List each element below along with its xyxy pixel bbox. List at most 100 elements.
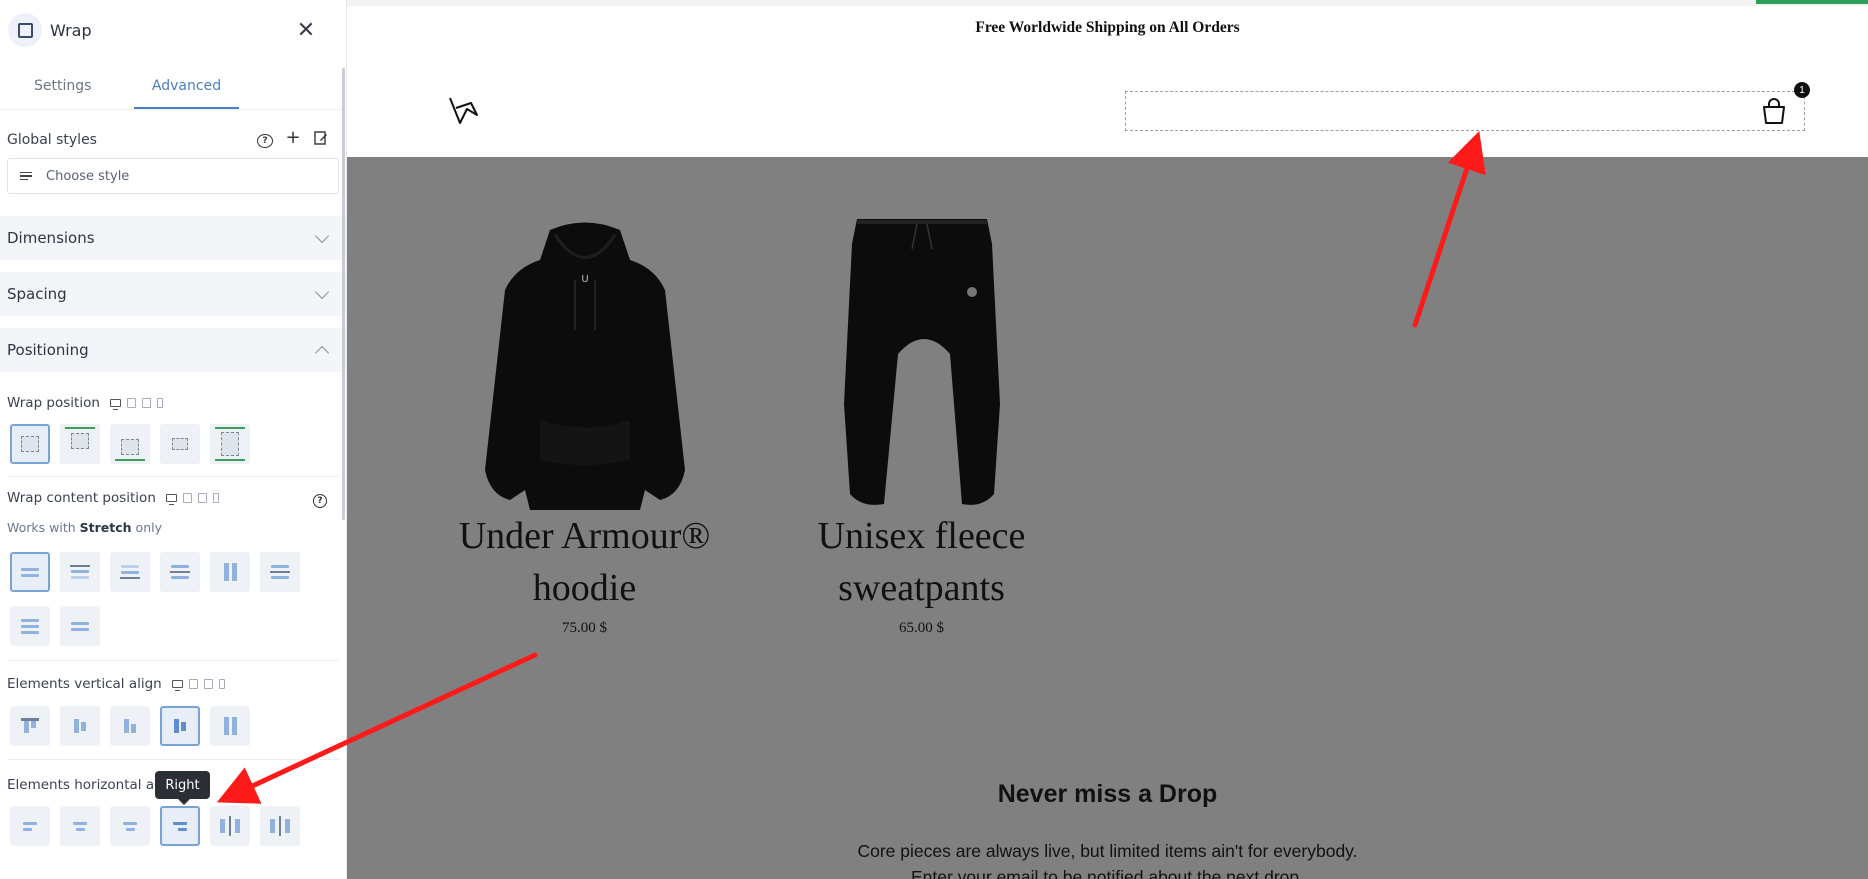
header-wrap-selected[interactable]	[1125, 91, 1805, 131]
section-spacing-label: Spacing	[7, 285, 67, 303]
note-suffix: only	[135, 520, 162, 535]
newsletter-text: Core pieces are always live, but limited…	[347, 838, 1868, 879]
page-canvas: Free Worldwide Shipping on All Orders 1 …	[347, 0, 1868, 879]
close-icon[interactable]: ✕	[292, 18, 320, 43]
wrap-position-row: Wrap position	[0, 394, 346, 412]
vertical-align-center-button[interactable]	[60, 706, 100, 746]
content-position-top-button[interactable]	[60, 552, 100, 592]
tablet-landscape-icon[interactable]	[197, 493, 207, 503]
announcement-bar: Free Worldwide Shipping on All Orders	[975, 19, 1240, 36]
note-prefix: Works with	[7, 520, 76, 535]
wrap-content-position-options-2	[0, 606, 346, 646]
divider	[7, 476, 339, 477]
wrap-content-position-options	[0, 552, 346, 592]
device-switcher	[171, 679, 225, 691]
publish-progress-bar	[1756, 0, 1868, 4]
cart-icon[interactable]	[1760, 97, 1788, 129]
mobile-icon[interactable]	[212, 493, 219, 503]
content-position-bottom-button[interactable]	[110, 552, 150, 592]
desktop-icon[interactable]	[109, 399, 121, 410]
content-position-stretch-button[interactable]	[210, 552, 250, 592]
section-positioning[interactable]: Positioning	[0, 328, 346, 372]
svg-text:U: U	[581, 274, 588, 285]
section-spacing[interactable]: Spacing	[0, 272, 346, 316]
horizontal-align-start-button[interactable]	[60, 806, 100, 846]
elements-vertical-align-label: Elements vertical align	[7, 676, 162, 692]
newsletter-line-2: Enter your email to be notified about th…	[910, 867, 1305, 879]
wrap-position-options	[0, 424, 346, 464]
wrap-position-stretch-button[interactable]	[210, 424, 250, 464]
panel-tabs: Settings Advanced	[0, 60, 346, 110]
elements-vertical-align-options	[0, 706, 346, 746]
help-icon[interactable]: ?	[257, 131, 273, 149]
tablet-icon[interactable]	[188, 679, 198, 689]
stretch-note: Works with Stretch only	[0, 520, 346, 535]
tablet-icon[interactable]	[182, 493, 192, 503]
section-dimensions-label: Dimensions	[7, 229, 95, 247]
content-position-default-button[interactable]	[10, 552, 50, 592]
tooltip-right: Right	[155, 771, 210, 805]
logo-icon	[449, 97, 478, 124]
mobile-icon[interactable]	[218, 679, 225, 689]
content-position-space-around-button[interactable]	[10, 606, 50, 646]
cart-count-badge: 1	[1794, 82, 1810, 98]
mobile-icon[interactable]	[156, 398, 163, 408]
list-icon	[20, 171, 32, 181]
tab-settings[interactable]: Settings	[34, 78, 114, 109]
elements-vertical-align-row: Elements vertical align	[0, 675, 346, 693]
canvas-top-border	[347, 0, 1868, 6]
store-logo[interactable]	[447, 95, 481, 131]
panel-scrollbar[interactable]	[342, 68, 345, 520]
horizontal-align-space-between-button[interactable]	[210, 806, 250, 846]
horizontal-align-left-button[interactable]	[10, 806, 50, 846]
tab-advanced[interactable]: Advanced	[134, 78, 239, 109]
chevron-up-icon	[314, 345, 330, 360]
product-card[interactable]: Unisex fleece sweatpants 65.00 $	[774, 214, 1069, 637]
global-styles-label: Global styles	[7, 132, 97, 148]
section-dimensions[interactable]: Dimensions	[0, 216, 346, 260]
wrap-position-bottom-button[interactable]	[110, 424, 150, 464]
horizontal-align-right-button[interactable]	[160, 806, 200, 846]
device-switcher	[165, 493, 219, 505]
vertical-align-middle-button[interactable]	[160, 706, 200, 746]
panel-header: Wrap ✕	[0, 0, 346, 60]
vertical-align-top-button[interactable]	[10, 706, 50, 746]
product-price: 65.00 $	[899, 620, 944, 636]
content-position-space-between-button[interactable]	[260, 552, 300, 592]
content-position-space-evenly-button[interactable]	[60, 606, 100, 646]
wrap-position-default-button[interactable]	[10, 424, 50, 464]
desktop-icon[interactable]	[171, 680, 183, 691]
vertical-align-stretch-button[interactable]	[210, 706, 250, 746]
desktop-icon[interactable]	[165, 494, 177, 505]
elements-horizontal-align-label: Elements horizontal align	[7, 777, 179, 793]
product-card[interactable]: U Under Armour® hoodie 75.00 $	[437, 220, 732, 637]
hoodie-image: U	[484, 222, 685, 510]
help-icon[interactable]: ?	[313, 488, 327, 508]
chevron-down-icon	[314, 228, 330, 243]
tablet-icon[interactable]	[126, 398, 136, 408]
horizontal-align-center-button[interactable]	[110, 806, 150, 846]
wrap-icon	[8, 13, 42, 47]
device-switcher	[109, 398, 163, 410]
horizontal-align-space-around-button[interactable]	[260, 806, 300, 846]
tablet-landscape-icon[interactable]	[203, 679, 213, 689]
divider	[7, 759, 339, 760]
choose-style-select[interactable]: Choose style	[7, 158, 339, 194]
chevron-down-icon	[314, 284, 330, 299]
product-section: U Under Armour® hoodie 75.00 $ Unisex fle…	[347, 157, 1868, 879]
content-position-center-button[interactable]	[160, 552, 200, 592]
note-bold: Stretch	[79, 520, 132, 535]
panel-title: Wrap	[50, 20, 92, 40]
add-icon[interactable]: +	[285, 129, 301, 149]
wrap-position-top-button[interactable]	[60, 424, 100, 464]
divider	[7, 660, 339, 661]
tablet-landscape-icon[interactable]	[141, 398, 151, 408]
wrap-position-center-button[interactable]	[160, 424, 200, 464]
wrap-content-position-label: Wrap content position	[7, 490, 156, 506]
edit-style-icon[interactable]	[313, 131, 329, 149]
wrap-content-position-row: Wrap content position ?	[0, 488, 346, 508]
newsletter-title: Never miss a Drop	[997, 780, 1218, 808]
choose-style-placeholder: Choose style	[46, 168, 130, 184]
vertical-align-bottom-button[interactable]	[110, 706, 150, 746]
editor-panel: Wrap ✕ Settings Advanced Global styles ?…	[0, 0, 347, 879]
